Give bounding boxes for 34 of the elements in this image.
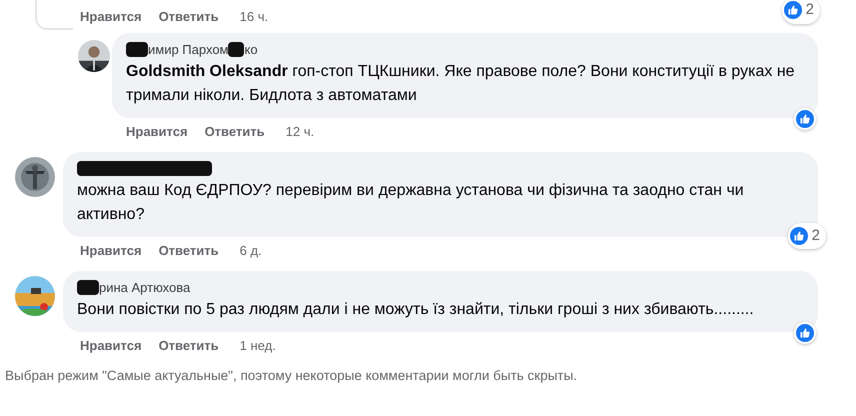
- footer-note: Выбран режим "Самые актуальные", поэтому некоторые комментарии могли быть скрыты.: [4, 367, 578, 385]
- comment-time: 6 д.: [240, 242, 262, 260]
- author-name[interactable]: рина Артюхова: [99, 281, 190, 294]
- reply-link[interactable]: Ответить: [158, 241, 219, 261]
- redaction-mark: [77, 280, 99, 295]
- comment-time: 16 ч.: [240, 8, 268, 26]
- reply-link[interactable]: Ответить: [158, 336, 219, 356]
- reply-link[interactable]: Ответить: [204, 122, 265, 142]
- comment-text: Goldsmith Oleksandr гоп-стоп ТЦКшники. Яке правове поле? Вони конституції в руках не тримали ніколи. Бидлота з автоматами: [126, 62, 796, 106]
- thread-line: [35, 0, 73, 30]
- like-icon: [790, 226, 808, 245]
- like-icon: [796, 324, 814, 342]
- reaction-badge[interactable]: 2: [788, 222, 826, 249]
- reply-link[interactable]: Ответить: [158, 7, 219, 27]
- reaction-badge[interactable]: 2: [782, 0, 820, 24]
- comment-time: 12 ч.: [286, 123, 314, 142]
- author-name[interactable]: ко: [244, 43, 258, 56]
- like-link[interactable]: Нравится: [126, 122, 188, 142]
- like-icon: [784, 1, 802, 20]
- like-link[interactable]: Нравится: [80, 7, 142, 27]
- mention-link[interactable]: Goldsmith Oleksandr: [126, 63, 288, 80]
- author-name[interactable]: имир Пархом: [148, 43, 228, 56]
- comment-text: можна ваш Код ЄДРПОУ? перевірим ви державна установа чи фізична та заодно стан чи активно?: [77, 181, 745, 225]
- like-link[interactable]: Нравится: [80, 241, 142, 261]
- comment-time: 1 нед.: [240, 337, 276, 356]
- comment-text: Вони повістки по 5 раз людям дали і не можуть їз знайти, тільки гроші з них збивають.........: [77, 300, 755, 320]
- like-icon: [796, 110, 814, 128]
- redaction-mark: [126, 42, 148, 57]
- reaction-badge[interactable]: [794, 322, 816, 344]
- like-link[interactable]: Нравится: [80, 336, 142, 356]
- reaction-badge[interactable]: [794, 108, 816, 130]
- redaction-mark: [228, 42, 244, 57]
- reaction-count: 2: [806, 0, 815, 20]
- reaction-count: 2: [812, 226, 821, 246]
